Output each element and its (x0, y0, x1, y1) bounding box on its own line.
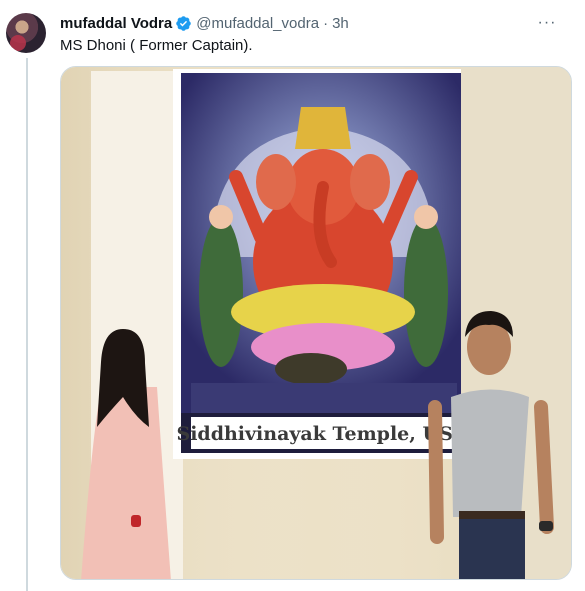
profile-avatar[interactable] (6, 13, 46, 53)
tweet-text: MS Dhoni ( Former Captain). (60, 37, 253, 54)
verified-badge-icon (176, 15, 192, 31)
right-attendant (404, 217, 448, 367)
idol-left-ear (256, 154, 296, 210)
idol-crown (295, 107, 351, 149)
separator-dot: · (323, 14, 329, 32)
man-shirt (451, 389, 529, 517)
tweet-image[interactable]: Siddhivinayak Temple, USA (60, 66, 572, 580)
left-attendant-face (209, 205, 233, 229)
left-attendant (199, 217, 243, 367)
poster-floor (191, 383, 457, 413)
mouse-vahana (275, 353, 347, 385)
user-handle[interactable]: @mufaddal_vodra (196, 15, 319, 32)
photo: Siddhivinayak Temple, USA (61, 67, 571, 579)
display-name[interactable]: mufaddal Vodra (60, 15, 172, 32)
thread-line (26, 58, 28, 591)
woman-bracelet (131, 515, 141, 527)
man-right-arm (534, 400, 554, 534)
man-left-arm (428, 400, 444, 544)
man-jeans (459, 513, 525, 579)
right-attendant-face (414, 205, 438, 229)
sign-text: Siddhivinayak Temple, USA (176, 423, 467, 445)
man-belt (459, 511, 525, 519)
tweet-header: mufaddal Vodra @mufaddal_vodra · 3h ··· (60, 12, 570, 34)
idol-right-ear (350, 154, 390, 210)
more-options-icon[interactable]: ··· (536, 12, 558, 34)
man-watch (539, 521, 553, 531)
timestamp[interactable]: 3h (332, 15, 349, 32)
